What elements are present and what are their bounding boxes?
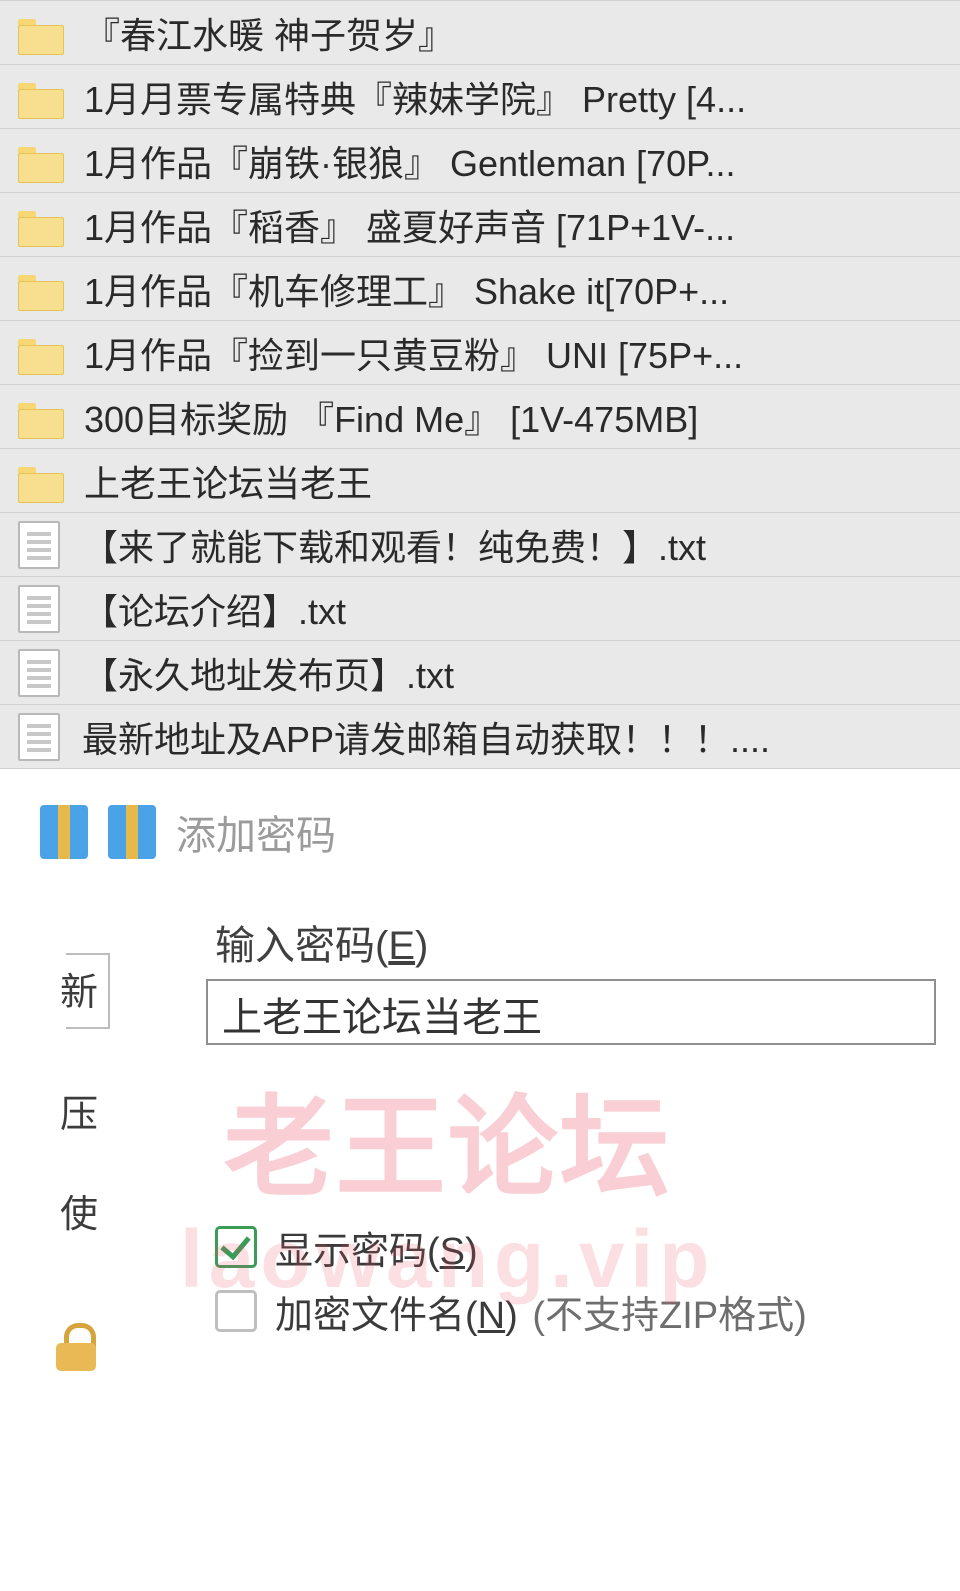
list-item[interactable]: 『春江水暖 神子贺岁』	[0, 1, 960, 65]
password-label: 输入密码(E)	[215, 913, 960, 971]
folder-icon	[18, 13, 62, 53]
password-input[interactable]	[206, 979, 936, 1045]
label-text: )	[415, 924, 428, 968]
list-item[interactable]: 300目标奖励 『Find Me』 [1V-475MB]	[0, 385, 960, 449]
file-name: 【来了就能下载和观看！纯免费！】.txt	[60, 519, 706, 571]
hotkey: N	[478, 1295, 505, 1337]
list-item[interactable]: 【来了就能下载和观看！纯免费！】.txt	[0, 513, 960, 577]
file-name: 1月作品『崩铁·银狼』 Gentleman [70P...	[62, 135, 736, 187]
folder-icon	[18, 461, 62, 501]
text-file-icon	[18, 585, 60, 633]
file-list: 『春江水暖 神子贺岁』 1月月票专属特典『辣妹学院』 Pretty [4... …	[0, 0, 960, 769]
archive-icon	[108, 805, 156, 859]
hotkey: E	[388, 924, 415, 968]
file-name: 1月作品『捡到一只黄豆粉』 UNI [75P+...	[62, 327, 743, 379]
archive-icon	[40, 805, 88, 859]
checkbox-icon	[215, 1290, 257, 1332]
show-password-option[interactable]: 显示密码(S)	[215, 1215, 960, 1279]
file-name: 【永久地址发布页】.txt	[60, 647, 454, 699]
file-name: 300目标奖励 『Find Me』 [1V-475MB]	[62, 391, 698, 443]
dialog-title-bar: 添加密码	[0, 797, 960, 867]
encrypt-filenames-option[interactable]: 加密文件名(N) (不支持ZIP格式)	[215, 1279, 960, 1343]
file-name: 最新地址及APP请发邮箱自动获取！！！....	[60, 711, 770, 763]
label-text: )	[465, 1231, 478, 1273]
text-file-icon	[18, 713, 60, 761]
list-item[interactable]: 上老王论坛当老王	[0, 449, 960, 513]
option-label: 加密文件名(N) (不支持ZIP格式)	[275, 1284, 807, 1339]
text-file-icon	[18, 521, 60, 569]
list-item[interactable]: 1月作品『机车修理工』 Shake it[70P+...	[0, 257, 960, 321]
list-item[interactable]: 1月作品『捡到一只黄豆粉』 UNI [75P+...	[0, 321, 960, 385]
list-item[interactable]: 1月月票专属特典『辣妹学院』 Pretty [4...	[0, 65, 960, 129]
file-name: 【论坛介绍】.txt	[60, 583, 346, 635]
text-file-icon	[18, 649, 60, 697]
lock-icon	[56, 1323, 96, 1369]
label-text: 输入密码(	[215, 924, 388, 968]
folder-icon	[18, 269, 62, 309]
list-item[interactable]: 1月作品『稻香』 盛夏好声音 [71P+1V-...	[0, 193, 960, 257]
cropped-text: 压	[60, 1083, 98, 1138]
password-dialog: 添加密码 新 压 使 输入密码(E) 显示密码(S) 加密文件名(N) (不支持…	[0, 769, 960, 1343]
list-item[interactable]: 【论坛介绍】.txt	[0, 577, 960, 641]
list-item[interactable]: 最新地址及APP请发邮箱自动获取！！！....	[0, 705, 960, 769]
file-name: 1月月票专属特典『辣妹学院』 Pretty [4...	[62, 71, 746, 123]
folder-icon	[18, 77, 62, 117]
cropped-text: 新	[60, 961, 98, 1016]
label-text: )	[505, 1295, 518, 1337]
checkbox-icon	[215, 1226, 257, 1268]
list-item[interactable]: 1月作品『崩铁·银狼』 Gentleman [70P...	[0, 129, 960, 193]
folder-icon	[18, 333, 62, 373]
options-group: 显示密码(S) 加密文件名(N) (不支持ZIP格式)	[215, 1215, 960, 1343]
file-name: 上老王论坛当老王	[62, 455, 372, 507]
file-name: 『春江水暖 神子贺岁』	[62, 7, 454, 59]
label-text: 加密文件名(	[275, 1295, 478, 1337]
option-note: (不支持ZIP格式)	[522, 1295, 807, 1337]
dialog-title: 添加密码	[176, 803, 336, 861]
cropped-text: 使	[60, 1183, 98, 1238]
option-label: 显示密码(S)	[275, 1220, 478, 1275]
folder-icon	[18, 141, 62, 181]
hotkey: S	[440, 1231, 465, 1273]
folder-icon	[18, 205, 62, 245]
list-item[interactable]: 【永久地址发布页】.txt	[0, 641, 960, 705]
file-name: 1月作品『机车修理工』 Shake it[70P+...	[62, 263, 729, 315]
label-text: 显示密码(	[275, 1231, 440, 1273]
folder-icon	[18, 397, 62, 437]
file-name: 1月作品『稻香』 盛夏好声音 [71P+1V-...	[62, 199, 735, 251]
